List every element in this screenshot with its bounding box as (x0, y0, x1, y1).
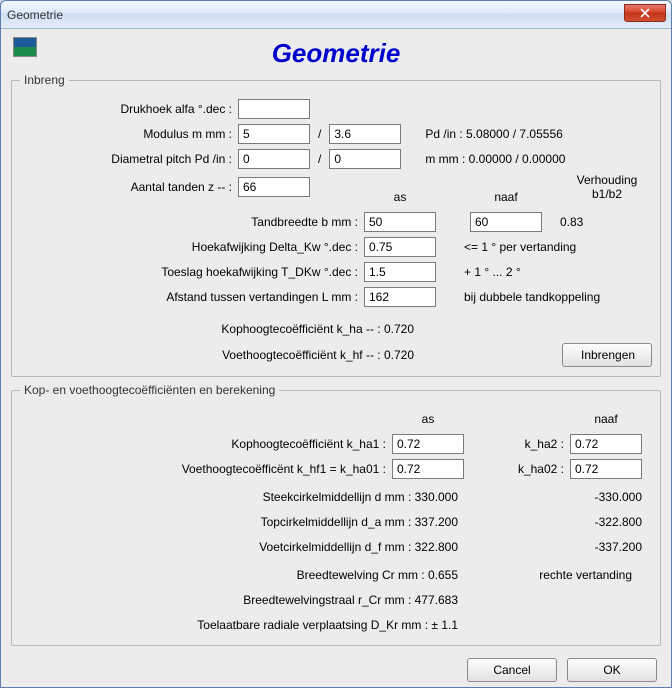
input-kha1[interactable] (392, 434, 464, 454)
label-toeslag: Toeslag hoekafwijking T_DKw °.dec : (20, 265, 364, 279)
label-tandbreedte: Tandbreedte b mm : (20, 215, 364, 229)
label-breedtewelving: Breedtewelving Cr mm : 0.655 (20, 568, 464, 582)
group-coeff: Kop- en voethoogtecoëfficiënten en berek… (11, 383, 661, 646)
label-kha1: Kophoogtecoëfficiënt k_ha1 : (20, 437, 392, 451)
input-kha02[interactable] (570, 459, 642, 479)
label-pitch: Diametral pitch Pd /in : (20, 152, 238, 166)
header-naaf: naaf (470, 190, 542, 204)
legend-inbreng: Inbreng (20, 73, 69, 87)
input-kha2[interactable] (570, 434, 642, 454)
label-kha02: k_ha02 : (518, 462, 570, 476)
note-rechte: rechte vertanding (539, 568, 632, 582)
label-verplaatsing: Toelaatbare radiale verplaatsing D_Kr mm… (20, 618, 464, 632)
input-tandbreedte-naaf[interactable] (470, 212, 542, 232)
input-hoek[interactable] (364, 237, 436, 257)
value-top2: -322.800 (562, 515, 642, 529)
input-pitch-b[interactable] (329, 149, 401, 169)
label-top: Topcirkelmiddellijn d_a mm : 337.200 (20, 515, 464, 529)
label-afstand: Afstand tussen vertandingen L mm : (20, 290, 364, 304)
value-voet2: -337.200 (562, 540, 642, 554)
input-tandbreedte-as[interactable] (364, 212, 436, 232)
app-icon (13, 37, 37, 57)
label-tanden: Aantal tanden z -- : (20, 180, 238, 194)
value-ratio: 0.83 (542, 215, 583, 229)
input-pitch-a[interactable] (238, 149, 310, 169)
label-verhouding-bot: b1/b2 (562, 187, 652, 201)
input-drukhoek[interactable] (238, 99, 310, 119)
label-hoek: Hoekafwijking Delta_Kw °.dec : (20, 240, 364, 254)
header2-naaf: naaf (570, 412, 642, 426)
label-verhouding-top: Verhouding (562, 173, 652, 187)
group-inbreng: Inbreng Drukhoek alfa °.dec : Modulus m … (11, 73, 661, 377)
input-tanden[interactable] (238, 177, 310, 197)
input-afstand[interactable] (364, 287, 436, 307)
header2-as: as (392, 412, 464, 426)
label-straal: Breedtewelvingstraal r_Cr mm : 477.683 (20, 593, 464, 607)
label-khf1: Voethoogtecoëfficënt k_hf1 = k_ha01 : (20, 462, 392, 476)
dialog-window: Geometrie Geometrie Inbreng Drukhoek alf… (0, 0, 672, 688)
close-icon (640, 8, 650, 18)
window-title: Geometrie (7, 8, 63, 22)
info-modulus: Pd /in : 5.08000 / 7.05556 (401, 127, 562, 141)
note-afstand: bij dubbele tandkoppeling (436, 290, 600, 304)
page-heading: Geometrie (11, 38, 661, 69)
close-button[interactable] (624, 4, 666, 22)
cancel-button[interactable]: Cancel (467, 658, 557, 682)
info-pitch: m mm : 0.00000 / 0.00000 (401, 152, 565, 166)
label-khf: Voethoogtecoëfficiënt k_hf -- : 0.720 (20, 348, 420, 362)
titlebar: Geometrie (1, 1, 671, 29)
dialog-footer: Cancel OK (11, 652, 661, 682)
ok-button[interactable]: OK (567, 658, 657, 682)
value-steek2: -330.000 (562, 490, 642, 504)
button-inbrengen[interactable]: Inbrengen (562, 343, 652, 367)
note-hoek: <= 1 ° per vertanding (436, 240, 576, 254)
input-modulus-a[interactable] (238, 124, 310, 144)
note-toeslag: + 1 ° ... 2 ° (436, 265, 521, 279)
header-as: as (364, 190, 436, 204)
label-kha2: k_ha2 : (525, 437, 570, 451)
label-kha: Kophoogtecoëfficiënt k_ha -- : 0.720 (20, 322, 420, 336)
slash: / (310, 127, 329, 141)
label-voet: Voetcirkelmiddellijn d_f mm : 322.800 (20, 540, 464, 554)
dialog-content: Geometrie Inbreng Drukhoek alfa °.dec : … (1, 29, 671, 687)
label-steek: Steekcirkelmiddellijn d mm : 330.000 (20, 490, 464, 504)
input-khf1[interactable] (392, 459, 464, 479)
label-drukhoek: Drukhoek alfa °.dec : (20, 102, 238, 116)
legend-coeff: Kop- en voethoogtecoëfficiënten en berek… (20, 383, 279, 397)
input-toeslag[interactable] (364, 262, 436, 282)
input-modulus-b[interactable] (329, 124, 401, 144)
slash: / (310, 152, 329, 166)
label-modulus: Modulus m mm : (20, 127, 238, 141)
